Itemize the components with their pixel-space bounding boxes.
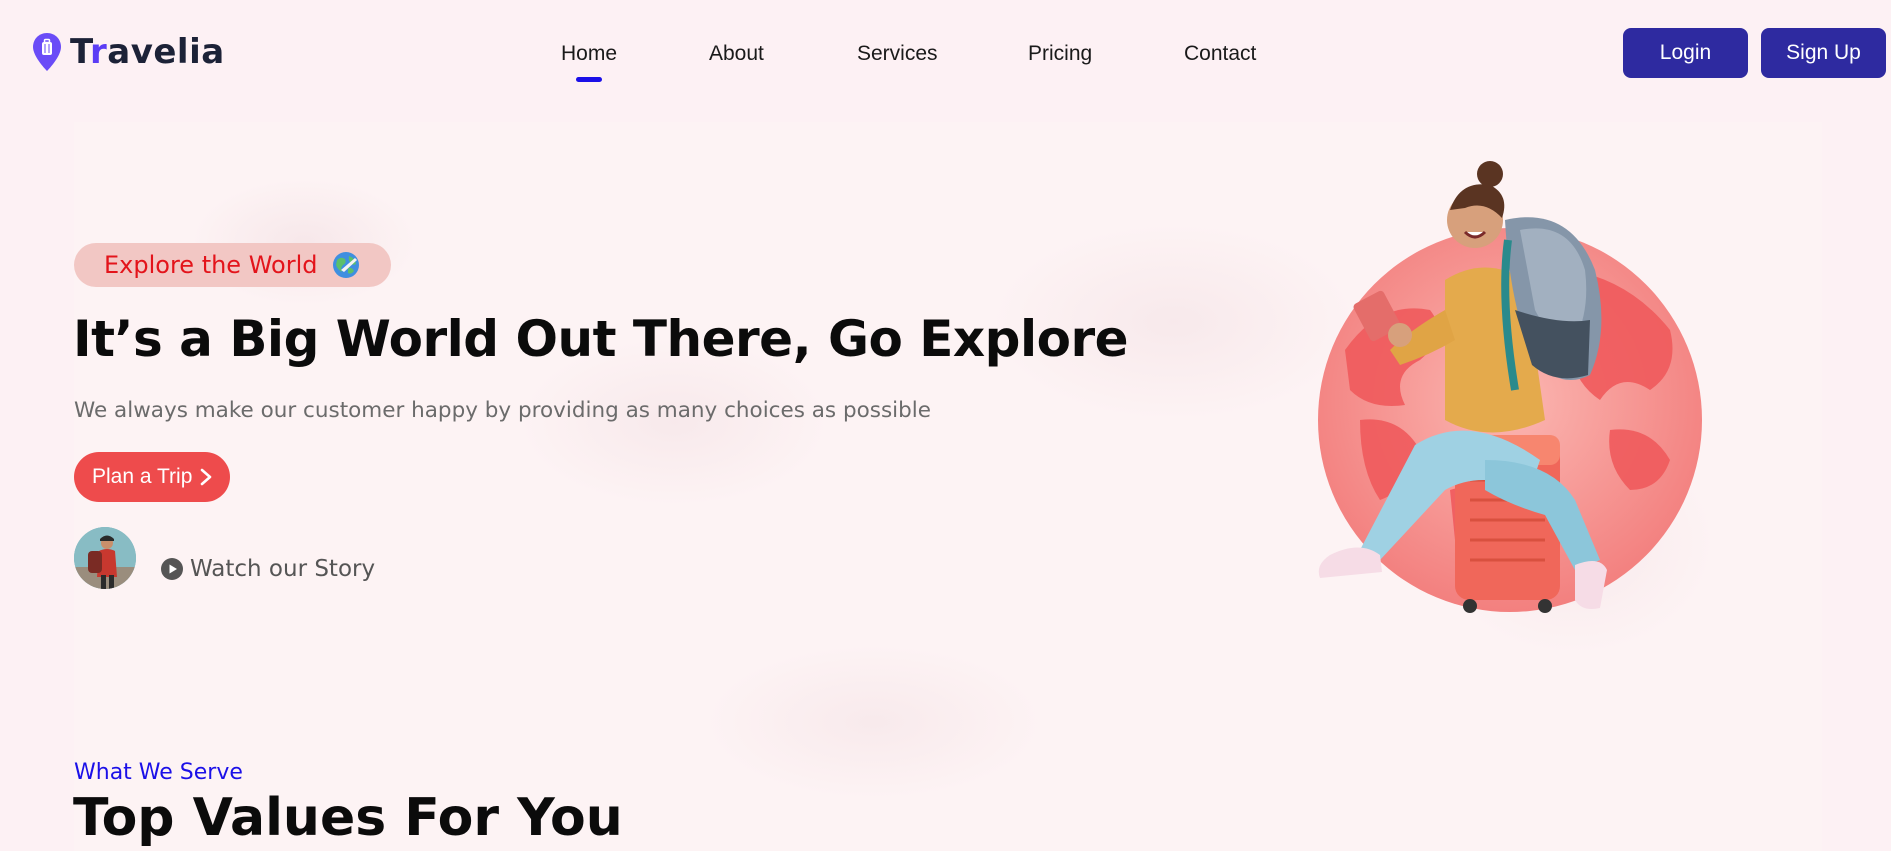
avatar[interactable]: [74, 527, 136, 589]
signup-button[interactable]: Sign Up: [1761, 28, 1886, 78]
chevron-right-icon: [201, 468, 212, 486]
logo[interactable]: Travelia: [32, 32, 225, 72]
section-kicker: What We Serve: [74, 760, 243, 785]
login-button[interactable]: Login: [1623, 28, 1748, 78]
hero-title: It’s a Big World Out There, Go Explore: [73, 310, 1129, 368]
hero-subtitle: We always make our customer happy by pro…: [74, 398, 931, 423]
explore-badge: Explore the World: [74, 243, 392, 287]
nav-pricing[interactable]: Pricing: [1028, 42, 1092, 66]
play-icon: [161, 558, 183, 580]
traveler-hero-illustration: [1318, 161, 1702, 613]
section-title: Top Values For You: [73, 788, 623, 848]
nav-services[interactable]: Services: [857, 42, 938, 66]
watch-story-label: Watch our Story: [190, 556, 376, 582]
luggage-pin-icon: [33, 33, 61, 71]
plan-trip-button[interactable]: Plan a Trip: [74, 452, 231, 502]
watch-story-link[interactable]: Watch our Story: [160, 556, 375, 582]
nav-about[interactable]: About: [709, 42, 764, 66]
globe-airplane-icon: [333, 252, 360, 278]
brand-name: Travelia: [70, 32, 225, 72]
traveler-avatar-image: [74, 527, 136, 589]
badge-text: Explore the World: [104, 251, 318, 279]
nav-contact[interactable]: Contact: [1184, 42, 1256, 66]
plan-trip-label: Plan a Trip: [92, 465, 193, 488]
nav-home[interactable]: Home: [561, 42, 617, 66]
